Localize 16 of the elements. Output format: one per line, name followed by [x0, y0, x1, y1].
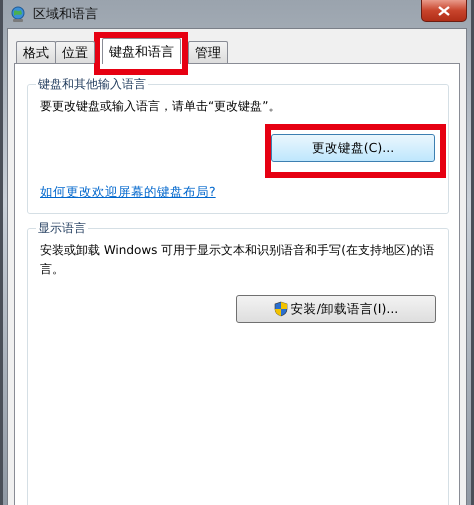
tab[interactable]: 位置 [55, 41, 95, 63]
button[interactable]: 更改键盘(C)... [271, 134, 435, 162]
group-title: 键盘和其他输入语言 [37, 76, 147, 93]
description: 要更改键盘或输入语言，请单击“更改键盘”。 [40, 98, 282, 115]
window-title: 区域和语言 [33, 6, 99, 23]
close-icon [438, 6, 450, 16]
close-button[interactable] [421, 0, 467, 22]
globe-icon [9, 5, 27, 23]
tab[interactable]: 键盘和语言 [102, 38, 181, 64]
shield-icon [274, 301, 288, 317]
tab[interactable]: 管理 [188, 41, 228, 63]
help-link[interactable]: 如何更改欢迎屏幕的键盘布局? [40, 184, 436, 201]
tab[interactable]: 格式 [16, 41, 56, 63]
description: 安装或卸载 Windows 可用于显示文本和识别语音和手写(在支持地区)的语言。 [40, 242, 436, 278]
group-title: 显示语言 [37, 220, 87, 237]
button[interactable]: 安装/卸载语言(I)... [236, 295, 436, 323]
